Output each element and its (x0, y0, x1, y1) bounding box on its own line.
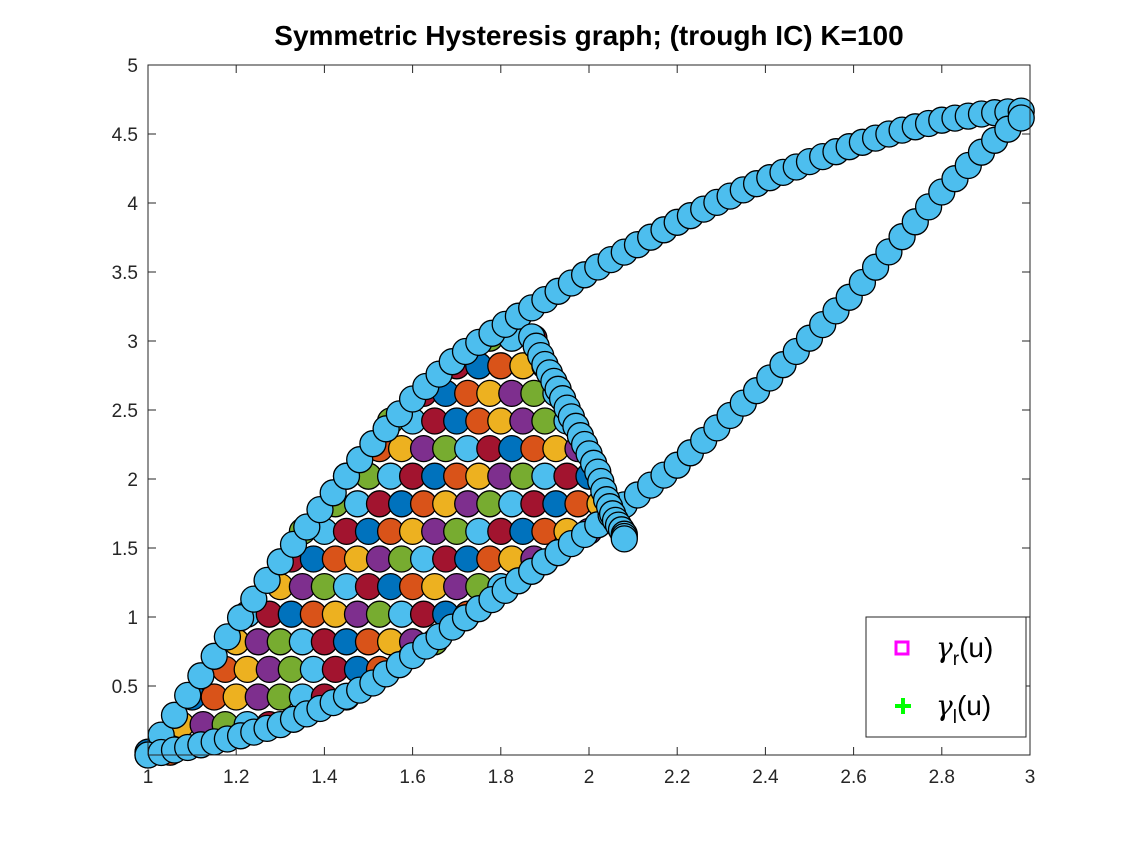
x-tick-label: 3 (1025, 767, 1036, 788)
x-tick-label: 1.6 (399, 767, 425, 788)
x-tick-label: 2 (584, 767, 595, 788)
y-tick-label: 1 (127, 608, 138, 629)
y-tick-label: 2.5 (112, 401, 138, 422)
y-tick-label: 3 (127, 332, 138, 353)
x-tick-label: 1.2 (223, 767, 249, 788)
x-tick-label: 2.4 (752, 767, 779, 788)
y-tick-label: 4.5 (112, 125, 138, 146)
figure: Symmetric Hysteresis graph; (trough IC) … (0, 0, 1139, 849)
y-tick-label: 1.5 (112, 539, 138, 560)
x-tick-label: 1 (143, 767, 154, 788)
data-point (610, 525, 638, 553)
y-tick-label: 4 (127, 194, 138, 215)
y-tick-label: 0.5 (112, 677, 138, 698)
x-tick-label: 2.2 (664, 767, 690, 788)
chart-svg: 1 1.2 1.4 1.6 1.8 2 2.2 2.4 2.6 2.8 3 0.5 1 1.5 2 2.5 3 3… (112, 56, 1036, 788)
legend: γr(u)γl(u) (865, 616, 1027, 738)
y-tick-label: 5 (127, 56, 138, 77)
y-tick-label: 2 (127, 470, 138, 491)
x-tick-label: 2.8 (929, 767, 955, 788)
x-tick-label: 1.4 (311, 767, 338, 788)
x-tick-label: 1.8 (488, 767, 514, 788)
y-tick-label: 3.5 (112, 263, 138, 284)
x-tick-label: 2.6 (840, 767, 866, 788)
